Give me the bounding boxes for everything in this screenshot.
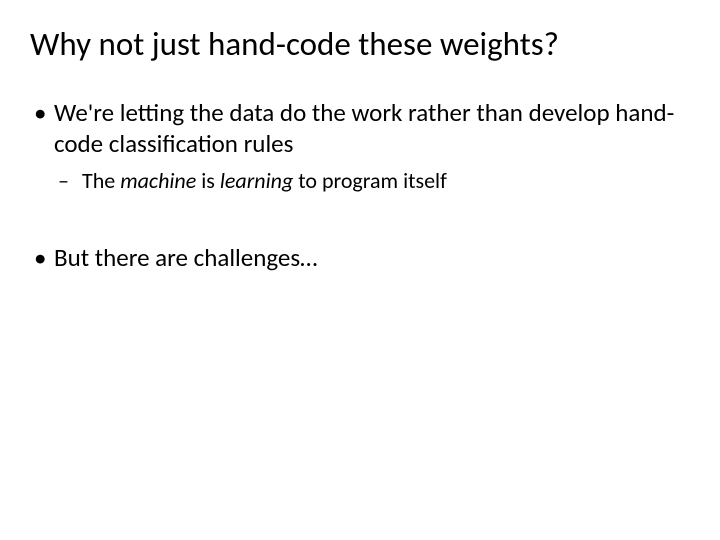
bullet-2-text: But there are challenges…	[54, 242, 317, 273]
bullet-list: We're letting the data do the work rathe…	[30, 98, 690, 195]
sub-bullet-1-em1: machine	[120, 167, 196, 194]
sub-bullet-list: The machine is learning to program itsel…	[54, 167, 690, 195]
bullet-list-2: But there are challenges…	[30, 243, 690, 274]
bullet-2: But there are challenges…	[54, 243, 690, 274]
sub-bullet-1: The machine is learning to program itsel…	[82, 167, 690, 195]
sub-bullet-1-pre: The	[82, 167, 120, 194]
sub-bullet-1-post: to program itself	[293, 167, 447, 194]
bullet-1: We're letting the data do the work rathe…	[54, 98, 690, 195]
spacer	[30, 207, 690, 243]
sub-bullet-1-em2: learning	[220, 167, 293, 194]
sub-bullet-1-mid: is	[196, 167, 220, 194]
slide-title: Why not just hand-code these weights?	[30, 26, 690, 62]
slide: Why not just hand-code these weights? We…	[0, 0, 720, 540]
bullet-1-text: We're letting the data do the work rathe…	[54, 97, 674, 159]
